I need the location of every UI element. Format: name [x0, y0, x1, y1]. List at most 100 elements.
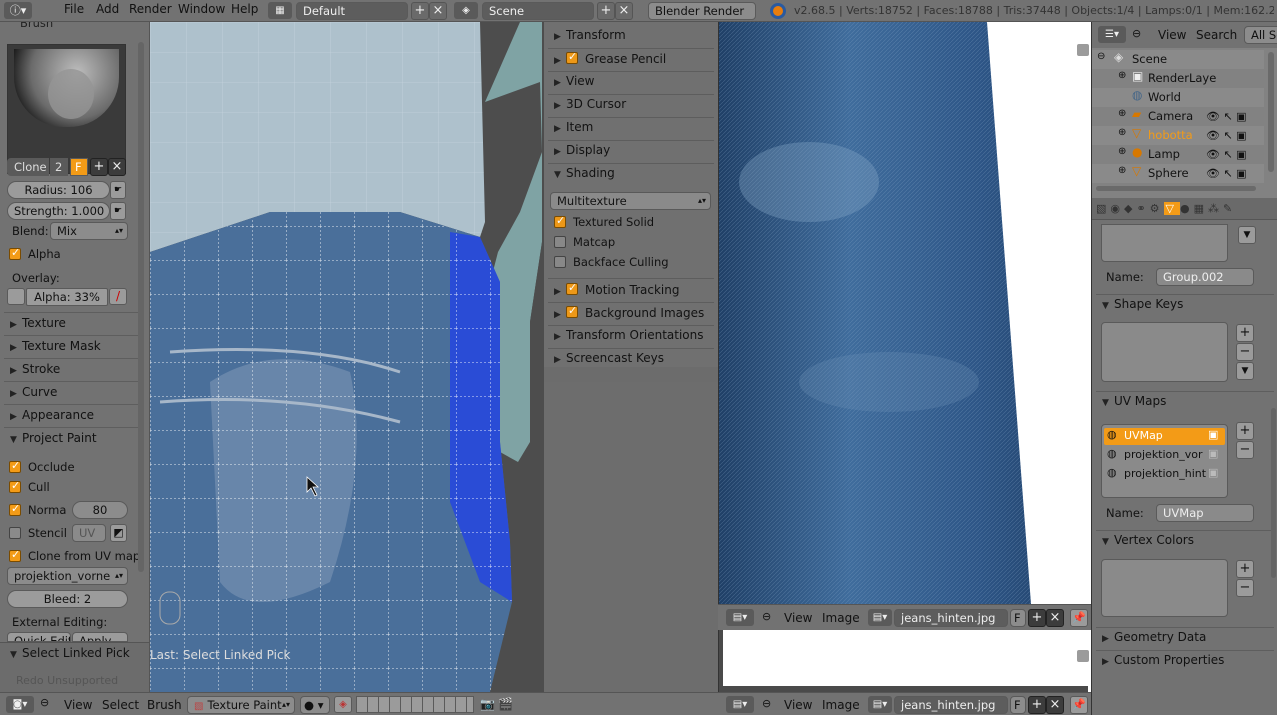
group-name-field[interactable]: Group.002: [1156, 268, 1254, 286]
panel-texture-mask[interactable]: ▶ Texture Mask: [10, 339, 101, 353]
scene-add-button[interactable]: +: [597, 2, 615, 20]
menu-image[interactable]: Image: [822, 611, 860, 625]
panel-vertex-colors[interactable]: ▼ Vertex Colors: [1102, 533, 1194, 547]
panel-shape-keys[interactable]: ▼ Shape Keys: [1102, 297, 1183, 311]
outliner-hscrollbar[interactable]: [1096, 186, 1256, 191]
outliner-row-scene[interactable]: ⊖ ◈ Scene: [1092, 50, 1264, 69]
layout-icon[interactable]: ▦: [268, 2, 292, 19]
vertex-groups-menu[interactable]: ▼: [1238, 226, 1256, 244]
image-editor-bottom[interactable]: [718, 630, 1091, 692]
stencil-invert-icon[interactable]: ◩: [110, 524, 127, 542]
scene-icon[interactable]: ◈: [454, 2, 478, 19]
np-motion-tracking[interactable]: ▶Motion Tracking: [554, 281, 679, 297]
np-background-images-checkbox[interactable]: [566, 304, 578, 318]
radius-pressure-icon[interactable]: ☛: [110, 181, 126, 199]
brush-add-button[interactable]: +: [90, 158, 108, 176]
vertex-color-add-button[interactable]: +: [1236, 560, 1254, 578]
image-name-field[interactable]: jeans_hinten.jpg: [894, 696, 1008, 714]
clone-uv-checkbox[interactable]: [9, 548, 21, 562]
image-editor-top[interactable]: [718, 22, 1091, 604]
properties-tabs[interactable]: ▧◉◆⚭⚙ ▽ ●▦⁂✎: [1092, 198, 1277, 220]
vertex-colors-list[interactable]: [1101, 559, 1228, 617]
matcap-checkbox[interactable]: [554, 236, 566, 248]
backface-culling-checkbox[interactable]: [554, 256, 566, 268]
menu-view[interactable]: View: [784, 611, 812, 625]
np-transform[interactable]: ▶ Transform: [554, 28, 626, 42]
image-remove-button[interactable]: ×: [1046, 609, 1064, 627]
panel-project-paint[interactable]: ▼ Project Paint: [10, 431, 97, 445]
overlay-toggle[interactable]: [7, 288, 25, 305]
image-browse-icon[interactable]: ▤▾: [868, 696, 892, 713]
shading-mode-select[interactable]: Multitexture ▴▾: [550, 192, 711, 210]
vertex-groups-list[interactable]: [1101, 224, 1228, 262]
menu-view[interactable]: View: [784, 698, 812, 712]
quick-edit-button[interactable]: Quick Edit: [7, 632, 71, 642]
uv-map-remove-button[interactable]: −: [1236, 441, 1254, 459]
menu-render[interactable]: Render: [129, 2, 172, 16]
brush-remove-button[interactable]: ×: [108, 158, 126, 176]
normal-checkbox[interactable]: [9, 502, 21, 516]
outliner-row-renderlayer[interactable]: ⊕ ▣ RenderLaye: [1092, 69, 1264, 88]
menu-file[interactable]: File: [64, 2, 84, 16]
panel-texture[interactable]: ▶ Texture: [10, 316, 66, 330]
layout-field[interactable]: Default: [296, 2, 408, 20]
layout-add-button[interactable]: +: [411, 2, 429, 20]
properties-scrollbar[interactable]: [1271, 408, 1276, 578]
info-editor-icon[interactable]: ⓘ▾: [4, 2, 32, 19]
viewport-shading-select[interactable]: ● ▾: [300, 696, 330, 714]
panel-stroke[interactable]: ▶ Stroke: [10, 362, 60, 376]
strength-pressure-icon[interactable]: ☛: [110, 202, 126, 220]
image-add-button[interactable]: +: [1028, 609, 1046, 627]
np-view[interactable]: ▶ View: [554, 74, 594, 88]
shape-key-remove-button[interactable]: −: [1236, 343, 1254, 361]
vertex-color-remove-button[interactable]: −: [1236, 579, 1254, 597]
editor-type-icon[interactable]: ◙▾: [6, 696, 34, 713]
menu-image[interactable]: Image: [822, 698, 860, 712]
np-motion-tracking-checkbox[interactable]: [566, 281, 578, 295]
brush-name-field[interactable]: Clone: [7, 158, 49, 176]
stencil-uv-select[interactable]: UV: [72, 524, 106, 542]
panel-curve[interactable]: ▶ Curve: [10, 385, 57, 399]
occlude-checkbox[interactable]: [9, 459, 21, 473]
layout-remove-button[interactable]: ×: [429, 2, 447, 20]
image-browse-icon[interactable]: ▤▾: [868, 609, 892, 626]
shape-keys-list[interactable]: [1101, 322, 1228, 382]
np-shading[interactable]: ▼ Shading: [554, 166, 615, 180]
uv-render-icon[interactable]: ▣: [1208, 447, 1218, 460]
uv-maps-list[interactable]: ◍ UVMap ▣ ◍ projektion_vor ▣ ◍ projektio…: [1101, 424, 1228, 498]
np-item[interactable]: ▶ Item: [554, 120, 593, 134]
image-add-button[interactable]: +: [1028, 696, 1046, 714]
normal-angle-field[interactable]: 80: [72, 501, 128, 519]
scene-field[interactable]: Scene: [482, 2, 594, 20]
brush-panel-header[interactable]: Brush: [20, 22, 53, 30]
menu-view[interactable]: View: [64, 698, 92, 712]
overlay-alpha-slider[interactable]: Alpha: 33%: [26, 288, 108, 306]
bleed-slider[interactable]: Bleed: 2: [7, 590, 128, 608]
outliner-visibility-column[interactable]: 👁 ↖ ▣ 👁 ↖ ▣ 👁 ↖ ▣ 👁 ↖ ▣: [1206, 107, 1266, 185]
apply-button[interactable]: Apply: [72, 632, 128, 642]
pin-icon[interactable]: 📌: [1070, 696, 1088, 714]
menu-search[interactable]: Search: [1196, 28, 1237, 42]
uv-render-icon[interactable]: ▣: [1208, 428, 1218, 441]
collapse-icon[interactable]: ⊖: [762, 610, 771, 623]
collapse-icon[interactable]: ⊖: [1132, 27, 1141, 40]
render-preview-icon[interactable]: 📷: [480, 696, 496, 713]
collapse-icon[interactable]: ⊖: [762, 697, 771, 710]
panel-geometry-data[interactable]: ▶ Geometry Data: [1102, 630, 1206, 644]
outliner-filter-select[interactable]: All Sc: [1244, 26, 1277, 44]
np-grease-pencil-checkbox[interactable]: [566, 50, 578, 64]
uv-map-item[interactable]: ◍ projektion_vor ▣: [1104, 447, 1225, 464]
strength-slider[interactable]: Strength: 1.000: [7, 202, 110, 220]
image-fake-user[interactable]: F: [1010, 696, 1026, 714]
panel-custom-properties[interactable]: ▶ Custom Properties: [1102, 653, 1224, 667]
blend-select[interactable]: Mix ▴▾: [50, 222, 128, 240]
brush-preview[interactable]: [7, 44, 126, 174]
brush-color-icon[interactable]: /: [109, 288, 127, 305]
image-editor-type-icon[interactable]: ▤▾: [726, 609, 754, 626]
uv-name-field[interactable]: UVMap: [1156, 504, 1254, 522]
mode-select[interactable]: ▧ Texture Paint ▴▾: [187, 696, 295, 714]
np-grease-pencil[interactable]: ▶Grease Pencil: [554, 50, 666, 66]
panel-uv-maps[interactable]: ▼ UV Maps: [1102, 394, 1166, 408]
menu-help[interactable]: Help: [231, 2, 258, 16]
stencil-checkbox[interactable]: [9, 527, 21, 539]
